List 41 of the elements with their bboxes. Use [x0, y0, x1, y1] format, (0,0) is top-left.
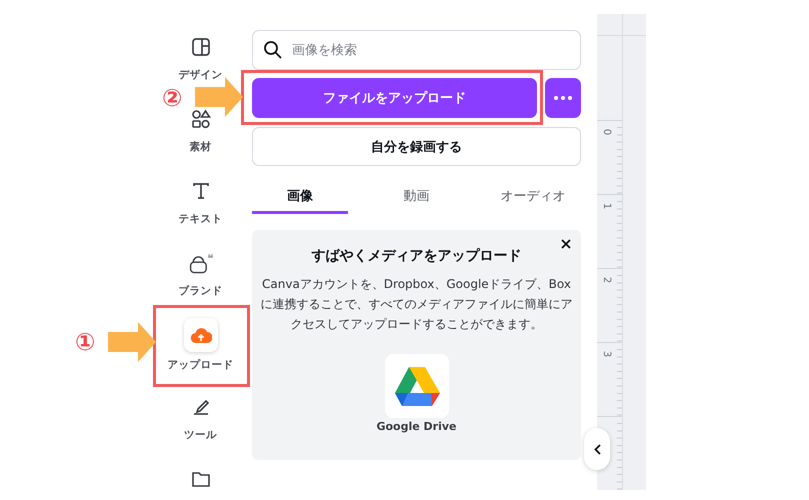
text-icon	[190, 181, 210, 201]
cloud-upload-icon	[190, 326, 212, 344]
record-button[interactable]: 自分を録画する	[252, 127, 581, 166]
arrow-icon	[108, 322, 156, 362]
more-icon	[554, 96, 572, 100]
chevron-left-icon	[594, 444, 600, 454]
search-field[interactable]: 画像を検索	[252, 30, 581, 70]
sidebar-label: 素材	[190, 140, 212, 154]
sidebar-item[interactable]: アップロード	[168, 318, 234, 372]
more-button[interactable]	[545, 78, 581, 118]
close-icon[interactable]	[561, 239, 571, 249]
promo-text: Canvaアカウントを、Dropbox、Googleドライブ、Boxに連携することで、すべてのメディアファイルに簡単にアクセスしてアップロードすることができます。	[260, 276, 573, 333]
sidebar-item[interactable]: 素材	[188, 108, 214, 154]
triangle-logo-icon	[394, 366, 440, 406]
tab[interactable]: 動画	[368, 180, 464, 214]
ruler-label: 1	[600, 202, 612, 210]
search-icon	[263, 40, 283, 60]
tab[interactable]: 画像	[252, 180, 348, 214]
sidebar-item[interactable]: テキスト	[178, 180, 222, 226]
ruler-label: 3	[600, 350, 612, 358]
folder-icon	[190, 469, 210, 489]
sidebar-label: ツール	[184, 428, 217, 442]
ruler-label: 2	[600, 276, 612, 284]
sidebar-item[interactable]: ブランド	[178, 252, 222, 298]
collapse-button[interactable]	[584, 428, 610, 470]
ruler-label: 0	[600, 128, 612, 136]
app-label: Google Drive	[376, 420, 457, 433]
sidebar-label: テキスト	[178, 212, 222, 226]
sidebar-item[interactable]: デザイン	[178, 36, 222, 82]
layout-icon	[190, 37, 210, 57]
app-tile[interactable]	[384, 354, 448, 418]
sidebar-item[interactable]: ツール	[184, 396, 217, 442]
upload-button[interactable]: ファイルをアップロード	[252, 78, 537, 118]
step-number: ②	[162, 85, 182, 111]
tab[interactable]: オーディオ	[485, 180, 581, 214]
shapes-icon	[190, 109, 210, 129]
sidebar-label: デザイン	[178, 68, 222, 82]
sidebar-label: アップロード	[168, 358, 234, 372]
step-number: ①	[75, 329, 96, 355]
sidebar-label: ブランド	[178, 284, 222, 298]
promo-title: すばやくメディアをアップロード	[312, 247, 522, 265]
